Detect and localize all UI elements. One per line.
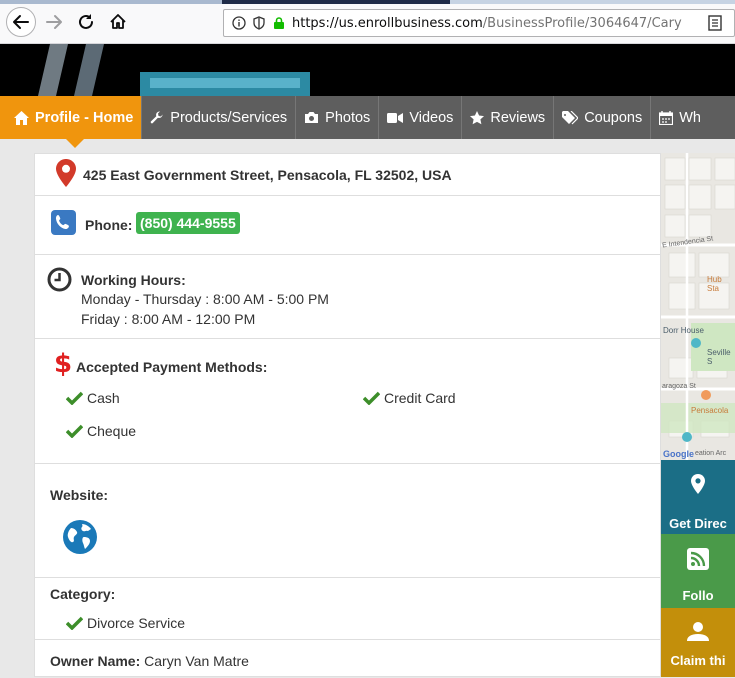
browser-toolbar: https://us.enrollbusiness.com/BusinessPr… <box>0 0 735 44</box>
home-button[interactable] <box>105 9 131 35</box>
phone-icon <box>51 210 76 235</box>
url-text[interactable]: https://us.enrollbusiness.com/BusinessPr… <box>292 16 682 31</box>
hours-label: Working Hours: <box>81 272 186 288</box>
tab-coupons[interactable]: Coupons <box>554 96 652 139</box>
map-pin-icon <box>56 159 76 187</box>
tab-label: Photos <box>325 109 371 126</box>
tab-label: Profile - Home <box>35 109 134 126</box>
user-icon <box>687 622 709 641</box>
check-icon <box>66 424 83 438</box>
active-tab-pointer <box>66 139 84 148</box>
reload-icon <box>79 14 93 29</box>
info-icon[interactable] <box>232 16 246 30</box>
reader-view-icon[interactable] <box>706 14 724 32</box>
map-label-zaragoza: aragoza St <box>662 383 696 390</box>
tab-strip <box>0 0 735 4</box>
phone-row: Phone: (850) 444-9555 <box>35 196 660 255</box>
rss-icon <box>687 548 709 570</box>
website-row: Website: <box>35 464 660 578</box>
tab-label: Coupons <box>584 109 643 126</box>
website-label: Website: <box>50 487 109 503</box>
forward-arrow-icon <box>46 15 62 29</box>
payment-cash: Cash <box>87 390 120 406</box>
hours-weekday: Monday - Thursday : 8:00 AM - 5:00 PM <box>81 291 329 307</box>
phone-number-button[interactable]: (850) 444-9555 <box>136 212 240 234</box>
phone-number-wrap: (850) 444-9555 <box>136 212 240 234</box>
lock-icon[interactable] <box>272 16 286 30</box>
category-row: Category: Divorce Service <box>35 578 660 640</box>
url-bar[interactable]: https://us.enrollbusiness.com/BusinessPr… <box>223 9 735 37</box>
address-text: 425 East Government Street, Pensacola, F… <box>83 167 452 183</box>
back-arrow-icon <box>13 15 29 29</box>
star-icon <box>470 110 485 124</box>
claim-label: Claim thi <box>670 653 726 668</box>
tab-label: Reviews <box>490 109 546 126</box>
dollar-icon: $ <box>54 349 73 379</box>
tab-label: Videos <box>409 109 454 126</box>
camera-icon <box>305 112 319 123</box>
owner-label: Owner Name: <box>50 653 141 669</box>
follow-button[interactable]: Follo <box>661 534 735 608</box>
map-label-hub: Hub Sta <box>707 275 722 293</box>
tab-profile-home[interactable]: Profile - Home <box>0 96 143 148</box>
location-map[interactable]: E Intendencia St Hub Sta Dorr House Sevi… <box>661 153 735 460</box>
owner-line: Owner Name: Caryn Van Matre <box>50 653 249 669</box>
payment-cheque: Cheque <box>87 423 137 439</box>
map-label-dorr-house: Dorr House <box>663 326 704 335</box>
payments-label: Accepted Payment Methods: <box>76 359 268 375</box>
tab-label: Products/Services <box>170 109 288 126</box>
clock-icon <box>47 267 72 292</box>
check-icon <box>66 391 83 405</box>
reload-button[interactable] <box>73 9 99 35</box>
tab-products-services[interactable]: Products/Services <box>142 96 297 139</box>
owner-value: Caryn Van Matre <box>144 653 249 669</box>
tab-photos[interactable]: Photos <box>296 96 380 139</box>
forward-button[interactable] <box>41 9 67 35</box>
map-label-recreation: eation Arc <box>695 450 727 457</box>
category-label: Category: <box>50 586 116 602</box>
tab-label: Wh <box>679 109 701 126</box>
tab-reviews[interactable]: Reviews <box>462 96 555 139</box>
globe-icon[interactable] <box>62 519 98 555</box>
map-pin-icon <box>691 474 705 494</box>
claim-business-button[interactable]: Claim thi <box>661 608 735 677</box>
business-info-panel: 425 East Government Street, Pensacola, F… <box>34 153 661 677</box>
owner-row: Owner Name: Caryn Van Matre <box>35 640 660 678</box>
tracking-shield-icon[interactable] <box>252 16 266 30</box>
header-banner <box>0 44 735 96</box>
get-directions-button[interactable]: Get Direc <box>661 460 735 534</box>
payment-credit-card: Credit Card <box>384 390 456 406</box>
check-icon <box>363 391 380 405</box>
map-label-seville: Seville S <box>707 348 731 366</box>
tab-what[interactable]: Wh <box>651 96 709 139</box>
address-row: 425 East Government Street, Pensacola, F… <box>35 154 660 196</box>
calendar-icon <box>659 110 674 125</box>
check-icon <box>66 616 83 630</box>
tag-icon <box>562 110 579 124</box>
hours-friday: Friday : 8:00 AM - 12:00 PM <box>81 311 256 327</box>
banner-image <box>38 44 310 96</box>
tab-videos[interactable]: Videos <box>379 96 463 139</box>
payments-row: $ Accepted Payment Methods: Cash Credit … <box>35 339 660 464</box>
wrench-icon <box>151 110 163 123</box>
hours-row: Working Hours: Monday - Thursday : 8:00 … <box>35 255 660 339</box>
home-icon <box>14 110 29 125</box>
video-icon <box>387 112 404 123</box>
google-logo: Google <box>663 449 694 459</box>
get-directions-label: Get Direc <box>669 516 727 531</box>
house-icon <box>110 14 126 29</box>
phone-label: Phone: <box>85 217 133 233</box>
profile-nav: Profile - Home Products/Services Photos … <box>0 96 735 148</box>
map-label-pensacola: Pensacola <box>691 406 729 415</box>
back-button[interactable] <box>6 7 36 37</box>
follow-label: Follo <box>682 588 714 603</box>
category-value[interactable]: Divorce Service <box>87 615 185 631</box>
